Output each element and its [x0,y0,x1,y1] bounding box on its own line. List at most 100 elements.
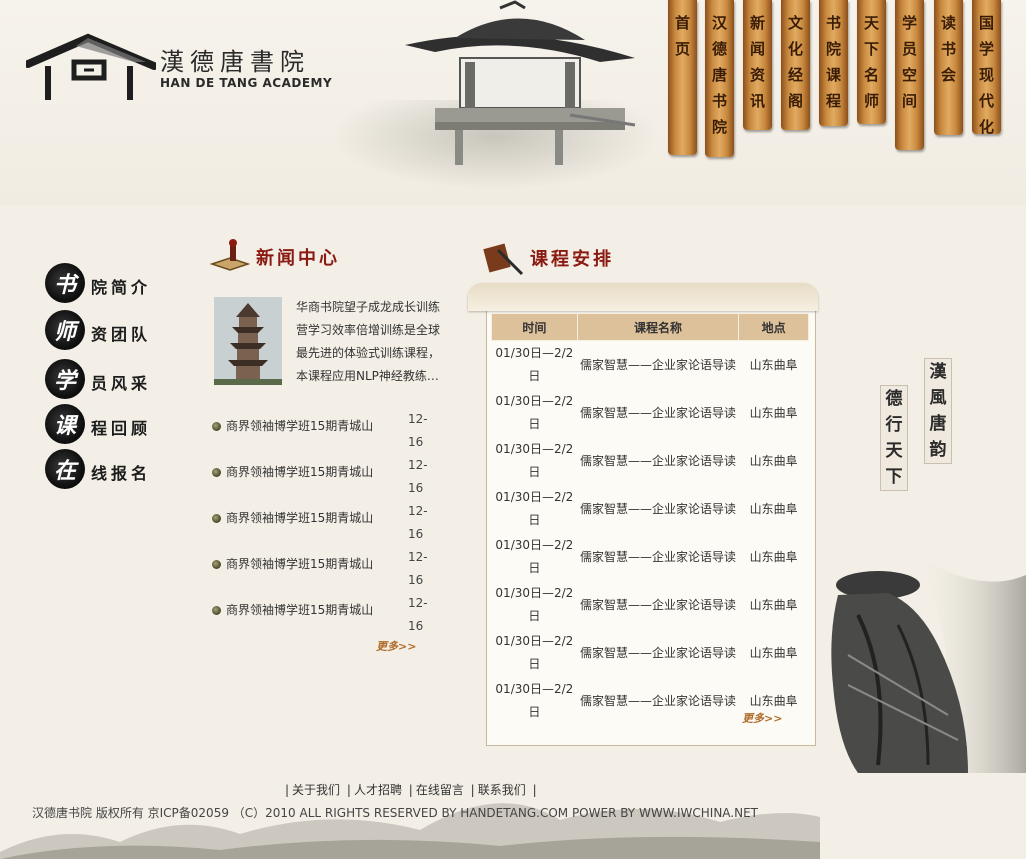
news-item[interactable]: 商界领袖博学班15期青城山 12-16 [212,546,452,592]
side-item-students[interactable]: 学 员风采 [45,359,205,399]
divider: | [346,783,351,797]
news-item[interactable]: 商界领袖博学班15期青城山 12-16 [212,500,452,546]
news-summary[interactable]: 华商书院望子成龙成长训练营学习效率倍增训练是全球最先进的体验式训练课程，本课程应… [296,296,446,388]
brand-name-en: HAN DE TANG ACADEMY [160,76,333,90]
side-item-initial: 学 [53,368,76,394]
motto-left-text: 德行天下 [885,389,903,487]
table-row[interactable]: 01/30日—2/2日 儒家智慧——企业家论语导读 山东曲阜 [492,389,809,437]
footer-link-message[interactable]: 在线留言 [416,783,464,797]
side-item-teachers[interactable]: 师 资团队 [45,310,205,350]
cell-time: 01/30日—2/2日 [495,682,574,719]
motto-left: 德行天下 [880,385,908,491]
nav-item-home[interactable]: 首页 [668,0,697,155]
news-item-title: 商界领袖博学班15期青城山 [226,557,374,571]
nav-item-news[interactable]: 新闻资讯 [743,0,772,130]
motto-right: 漢風唐韵 [924,358,952,464]
news-section-title: 新闻中心 [256,248,340,269]
pagoda-image [214,297,282,385]
schedule-table: 时间 课程名称 地点 01/30日—2/2日 儒家智慧——企业家论语导读 山东曲… [491,313,809,725]
cell-course: 儒家智慧——企业家论语导读 [580,501,737,516]
news-item-title: 商界领袖博学班15期青城山 [226,419,374,433]
side-item-initial: 在 [53,458,76,484]
news-item[interactable]: 商界领袖博学班15期青城山 12-16 [212,408,452,454]
side-item-label: 资团队 [91,325,152,344]
header-course: 课程名称 [576,313,740,341]
cell-place: 山东曲阜 [749,357,798,372]
bullet-icon [212,560,221,569]
footer-link-contact[interactable]: 联系我们 [478,783,526,797]
divider: | [285,783,290,797]
brand-name-cn: 漢德唐書院 [160,48,310,76]
nav-item-students[interactable]: 学员空间 [895,0,924,150]
cell-course: 儒家智慧——企业家论语导读 [580,645,737,660]
header-place: 地点 [738,313,809,341]
divider: | [532,783,537,797]
motto-right-text: 漢風唐韵 [929,362,947,460]
cell-course: 儒家智慧——企业家论语导读 [580,549,737,564]
side-item-signup[interactable]: 在 线报名 [45,449,205,489]
table-row[interactable]: 01/30日—2/2日 儒家智慧——企业家论语导读 山东曲阜 [492,533,809,581]
nav-item-reading-club[interactable]: 读书会 [934,0,963,135]
nav-item-academy[interactable]: 汉德唐书院 [705,0,734,157]
news-section-header: 新闻中心 [210,238,410,274]
cell-time: 01/30日—2/2日 [495,490,574,527]
table-row[interactable]: 01/30日—2/2日 儒家智慧——企业家论语导读 山东曲阜 [492,629,809,677]
news-item[interactable]: 商界领袖博学班15期青城山 12-16 [212,454,452,500]
side-item-intro[interactable]: 书 院简介 [45,263,205,303]
cell-time: 01/30日—2/2日 [495,586,574,623]
news-item-date: 12-16 [408,596,428,633]
copyright-text: 汉德唐书院 版权所有 京ICP备02059 （C）2010 ALL RIGHTS… [32,806,759,820]
schedule-section-title: 课程安排 [530,249,614,270]
cell-place: 山东曲阜 [749,645,798,660]
table-row[interactable]: 01/30日—2/2日 儒家智慧——企业家论语导读 山东曲阜 [492,437,809,485]
cell-course: 儒家智慧——企业家论语导读 [580,453,737,468]
cell-place: 山东曲阜 [749,405,798,420]
book-icon [210,239,250,271]
sage-ink-painting [831,555,1026,773]
news-item-date: 12-16 [408,412,428,449]
table-row[interactable]: 01/30日—2/2日 儒家智慧——企业家论语导读 山东曲阜 [492,341,809,390]
news-more-link[interactable]: 更多>> [376,638,416,654]
bullet-icon [212,514,221,523]
site-logo[interactable]: 漢德唐書院 HAN DE TANG ACADEMY [22,28,332,108]
pavilion-illustration [405,0,636,165]
side-item-label: 线报名 [91,464,152,483]
header-time: 时间 [491,313,578,341]
logo-roof-icon [26,33,156,100]
cell-place: 山东曲阜 [749,453,798,468]
bullet-icon [212,422,221,431]
nav-item-modern-studies[interactable]: 国学现代化 [972,0,1001,136]
cell-time: 01/30日—2/2日 [495,346,574,383]
footer-link-about[interactable]: 关于我们 [292,783,340,797]
side-item-initial: 书 [53,272,76,298]
cell-place: 山东曲阜 [749,549,798,564]
bullet-icon [212,468,221,477]
news-item-date: 12-16 [408,550,428,587]
nav-item-teachers[interactable]: 天下名师 [857,0,886,124]
cell-place: 山东曲阜 [749,597,798,612]
scroll-brush-icon [483,243,524,276]
news-thumbnail[interactable] [214,297,282,385]
cell-place: 山东曲阜 [749,501,798,516]
divider: | [408,783,413,797]
nav-item-culture[interactable]: 文化经阁 [781,0,810,130]
table-row[interactable]: 01/30日—2/2日 儒家智慧——企业家论语导读 山东曲阜 [492,485,809,533]
news-item-date: 12-16 [408,504,428,541]
schedule-more-link[interactable]: 更多>> [742,710,782,726]
news-item[interactable]: 商界领袖博学班15期青城山 12-16 [212,592,452,638]
side-item-initial: 师 [53,319,76,345]
divider: | [470,783,475,797]
cell-time: 01/30日—2/2日 [495,634,574,671]
news-item-title: 商界领袖博学班15期青城山 [226,603,374,617]
scroll-rod-decoration [468,283,818,311]
table-row[interactable]: 01/30日—2/2日 儒家智慧——企业家论语导读 山东曲阜 [492,581,809,629]
table-header-row: 时间 课程名称 地点 [491,313,809,341]
cell-time: 01/30日—2/2日 [495,442,574,479]
news-item-title: 商界领袖博学班15期青城山 [226,511,374,525]
side-item-review[interactable]: 课 程回顾 [45,404,205,444]
nav-item-courses[interactable]: 书院课程 [819,0,848,126]
cell-course: 儒家智慧——企业家论语导读 [580,693,737,708]
cell-time: 01/30日—2/2日 [495,538,574,575]
news-item-title: 商界领袖博学班15期青城山 [226,465,374,479]
footer-link-jobs[interactable]: 人才招聘 [354,783,402,797]
